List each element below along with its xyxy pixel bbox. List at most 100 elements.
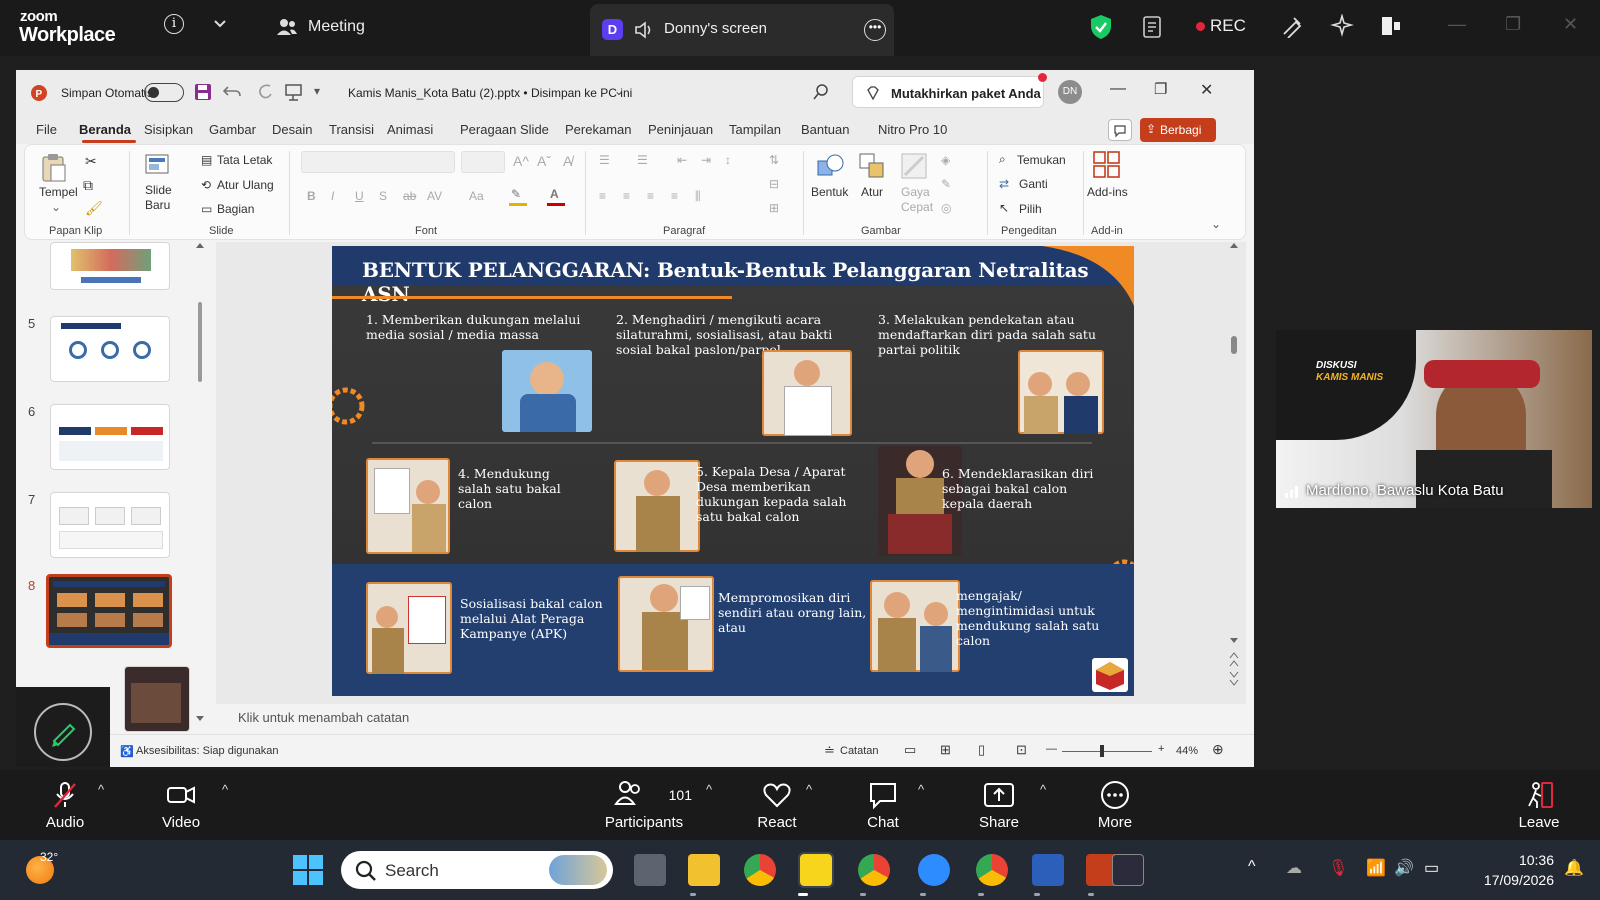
slide-canvas[interactable]: BENTUK PELANGGARAN: Bentuk-Bentuk Pelang… — [332, 246, 1134, 696]
find-button[interactable]: Temukan — [1017, 153, 1066, 167]
sticky-notes-icon[interactable] — [798, 852, 834, 888]
windows-start-icon[interactable] — [292, 854, 324, 886]
autosave-toggle[interactable] — [144, 83, 184, 102]
chat-options-caret[interactable]: ^ — [918, 782, 924, 797]
tab-slideshow[interactable]: Peragaan Slide — [460, 122, 549, 137]
word-icon[interactable] — [1032, 854, 1064, 886]
participants-button[interactable]: 101 Participants — [596, 780, 692, 831]
annotation-pen-button[interactable] — [34, 703, 92, 761]
arrange-icon[interactable] — [857, 151, 887, 181]
show-hidden-icons[interactable]: ^ — [1248, 858, 1256, 876]
decrease-indent-icon[interactable]: ⇤ — [677, 153, 687, 167]
share-options-caret[interactable]: ^ — [1040, 782, 1046, 797]
clock-date[interactable]: 17/09/2026 — [1470, 872, 1554, 888]
file-name[interactable]: Kamis Manis_Kota Batu (2).pptx • Disimpa… — [348, 86, 632, 100]
photo-editor-icon[interactable] — [1112, 854, 1144, 886]
tab-review[interactable]: Peninjauan — [648, 122, 713, 137]
tab-transitions[interactable]: Transisi — [329, 122, 374, 137]
reset-button[interactable]: Atur Ulang — [217, 178, 274, 192]
tab-recording[interactable]: Perekaman — [565, 122, 631, 137]
smartart-icon[interactable]: ⊞ — [769, 201, 779, 215]
notes-icon[interactable] — [1142, 15, 1164, 39]
justify-icon[interactable]: ≡ — [671, 189, 678, 203]
align-text-icon[interactable]: ⊟ — [769, 177, 779, 191]
layout-icon[interactable]: ▤ — [201, 153, 212, 167]
share-screen-button[interactable]: Share — [974, 780, 1024, 831]
shapes-label[interactable]: Bentuk — [811, 185, 848, 199]
new-slide-icon[interactable] — [143, 151, 171, 179]
present-icon[interactable] — [284, 82, 304, 102]
restore-icon[interactable]: ❐ — [1154, 80, 1167, 98]
increase-indent-icon[interactable]: ⇥ — [701, 153, 711, 167]
font-family-select[interactable] — [301, 151, 455, 173]
slideshow-icon[interactable]: ⊡ — [1016, 742, 1027, 758]
bullets-icon[interactable]: ☰ — [599, 153, 610, 167]
minimize-icon[interactable]: — — [1448, 14, 1466, 35]
chrome-icon[interactable] — [858, 854, 890, 886]
more-button[interactable]: More — [1090, 780, 1140, 831]
leave-button[interactable]: Leave — [1514, 780, 1564, 831]
close-icon[interactable]: ✕ — [1563, 14, 1578, 35]
reading-view-icon[interactable]: ▯ — [978, 742, 985, 758]
fit-slide-icon[interactable]: ⊕ — [1212, 741, 1224, 758]
ai-companion-icon[interactable] — [1330, 14, 1354, 38]
zoom-app-icon[interactable] — [918, 854, 950, 886]
underline-icon[interactable]: U — [355, 189, 364, 203]
tab-animations[interactable]: Animasi — [387, 122, 433, 137]
undo-icon[interactable] — [222, 83, 242, 101]
text-direction-icon[interactable]: ⇅ — [769, 153, 779, 167]
side-panel-icon[interactable] — [1380, 14, 1402, 38]
new-slide-label[interactable]: Slide Baru — [145, 183, 172, 213]
select-icon[interactable]: ↖ — [999, 201, 1009, 215]
section-button[interactable]: Bagian — [217, 202, 254, 216]
zoom-slider[interactable] — [1062, 751, 1152, 752]
audio-options-caret[interactable]: ^ — [98, 782, 104, 797]
align-center-icon[interactable]: ≡ — [623, 189, 630, 203]
line-spacing-icon[interactable]: ↕ — [725, 153, 731, 167]
notes-pane[interactable]: Klik untuk menambah catatan — [216, 704, 1246, 730]
chrome-icon[interactable] — [744, 854, 776, 886]
clear-format-icon[interactable]: A̸ — [563, 153, 572, 169]
columns-icon[interactable]: ⫼ — [695, 189, 701, 204]
addins-icon[interactable] — [1091, 149, 1123, 181]
tab-draw[interactable]: Gambar — [209, 122, 256, 137]
char-spacing-icon[interactable]: AV — [427, 189, 442, 203]
notes-icon[interactable]: ≐ — [824, 743, 835, 759]
weather-temp[interactable]: 32° — [40, 850, 58, 864]
search-icon[interactable] — [812, 83, 830, 101]
select-button[interactable]: Pilih — [1019, 202, 1042, 216]
tab-help[interactable]: Bantuan — [801, 122, 849, 137]
close-icon[interactable]: ✕ — [1200, 80, 1213, 100]
chevron-down-icon[interactable] — [212, 15, 228, 31]
more-options-icon[interactable]: ••• — [864, 19, 886, 41]
tab-view[interactable]: Tampilan — [729, 122, 781, 137]
save-icon[interactable] — [194, 83, 212, 101]
layout-button[interactable]: Tata Letak — [217, 153, 272, 167]
replace-icon[interactable]: ⇄ — [999, 177, 1009, 191]
shape-outline-icon[interactable]: ✎ — [941, 177, 951, 191]
tab-design[interactable]: Desain — [272, 122, 312, 137]
slide-thumbnail[interactable] — [50, 492, 170, 558]
paste-icon[interactable] — [37, 151, 69, 183]
shared-screen-tab[interactable]: D Donny's screen ••• — [590, 4, 894, 56]
shape-effects-icon[interactable]: ◎ — [941, 201, 951, 215]
font-size-select[interactable] — [461, 151, 505, 173]
shape-fill-icon[interactable]: ◈ — [941, 153, 950, 167]
slide-thumbnail[interactable] — [124, 666, 190, 732]
arrange-label[interactable]: Atur — [861, 185, 883, 199]
microphone-in-use-icon[interactable]: 🎙 — [1328, 858, 1348, 878]
react-button[interactable]: React — [752, 780, 802, 831]
participants-options-caret[interactable]: ^ — [706, 782, 712, 797]
normal-view-icon[interactable]: ▭ — [904, 742, 916, 758]
decrease-font-icon[interactable]: Aˇ — [537, 153, 551, 169]
addins-label[interactable]: Add-ins — [1087, 185, 1128, 199]
redo-icon[interactable] — [256, 83, 276, 101]
font-color-icon[interactable]: A — [550, 187, 559, 201]
user-avatar[interactable]: DN — [1058, 80, 1082, 104]
task-view-icon[interactable] — [634, 854, 666, 886]
chrome-icon[interactable] — [976, 854, 1008, 886]
audio-button[interactable]: Audio — [40, 780, 90, 831]
increase-font-icon[interactable]: A^ — [513, 153, 529, 169]
quick-styles-icon[interactable] — [899, 151, 929, 181]
tab-file[interactable]: File — [36, 122, 57, 137]
